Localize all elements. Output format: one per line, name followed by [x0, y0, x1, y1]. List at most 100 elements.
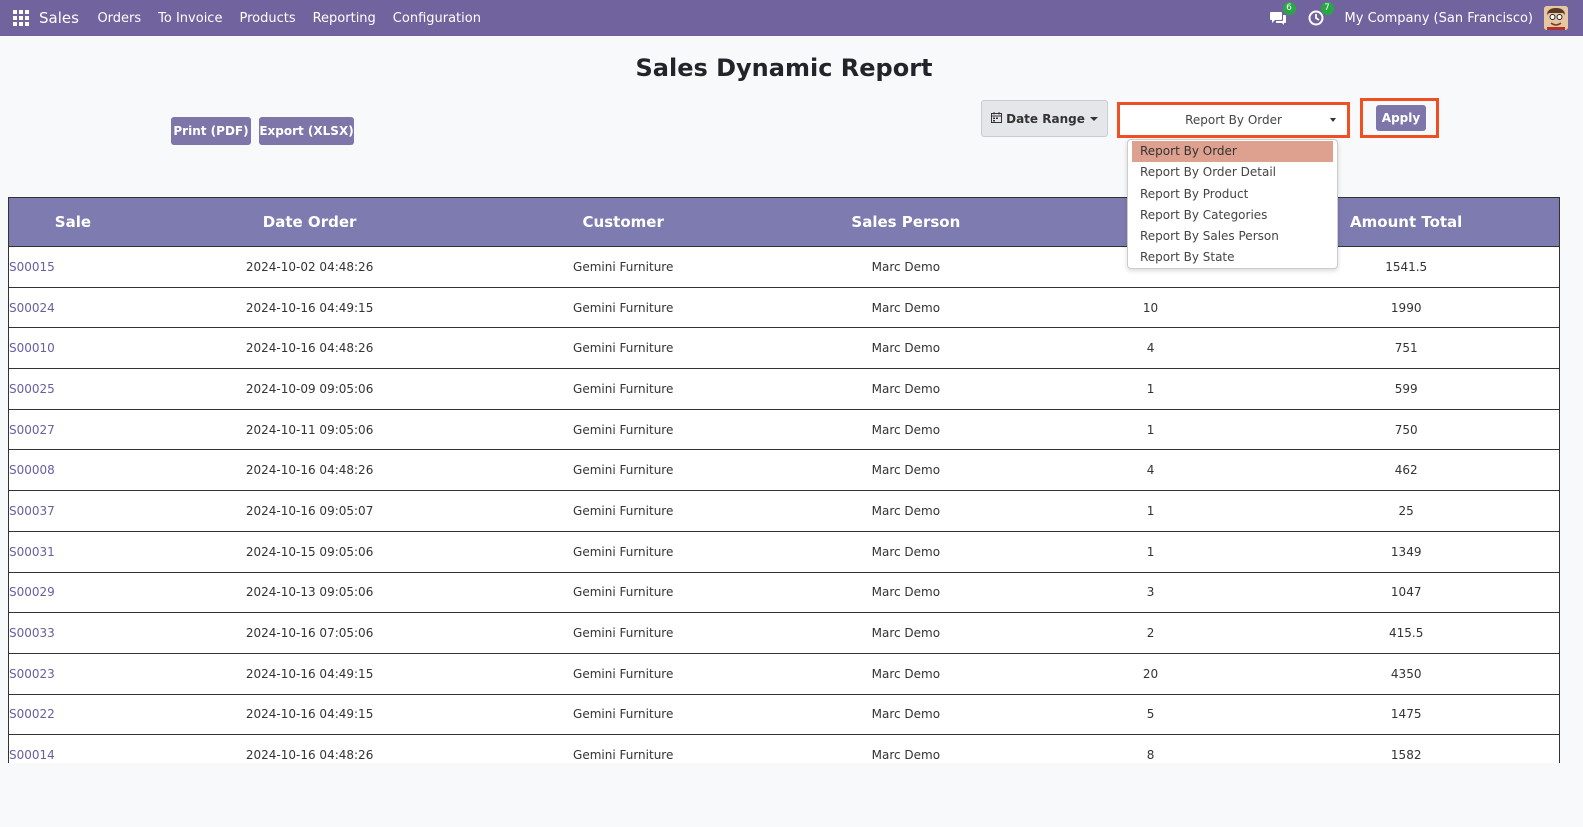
cell-total-qty: 8	[1146, 748, 1155, 763]
table-row[interactable]: S00023 2024-10-16 04:49:15 Gemini Furnitur…	[9, 653, 1559, 695]
table-row[interactable]: S00037 2024-10-16 09:05:07 Gemini Furnitur…	[9, 491, 1559, 532]
cell-sale[interactable]: S00027	[9, 410, 137, 450]
cell-sale[interactable]: S00037	[9, 491, 137, 531]
cell-sale[interactable]: S00029	[9, 573, 137, 613]
cell-total-qty: 4	[1146, 463, 1155, 478]
cell-sale[interactable]: S00024	[9, 288, 137, 328]
column-header-sales-person[interactable]: Sales Person	[764, 198, 1048, 246]
cell-sale[interactable]: S00023	[9, 654, 137, 694]
app-brand[interactable]: Sales	[39, 9, 79, 27]
cell-customer: Gemini Furniture	[573, 748, 674, 763]
table-row[interactable]: S00008 2024-10-16 04:48:26 Gemini Furnitur…	[9, 450, 1559, 492]
apply-highlight: Apply	[1360, 98, 1439, 138]
chat-icon[interactable]: 6	[1269, 2, 1296, 27]
calendar-icon	[991, 111, 1003, 126]
option-report-by-sales-person[interactable]: Report By Sales Person	[1132, 226, 1333, 247]
report-type-value: Report By Order	[1185, 113, 1282, 127]
cell-total-qty: 5	[1146, 707, 1155, 722]
export-xlsx-button[interactable]: Export (XLSX)	[259, 117, 354, 145]
table-row[interactable]: S00029 2024-10-13 09:05:06 Gemini Furnitur…	[9, 572, 1559, 614]
cell-sales-person: Marc Demo	[871, 463, 941, 478]
cell-sale[interactable]: S00031	[9, 532, 137, 572]
cell-sale[interactable]: S00008	[9, 450, 137, 490]
cell-total-qty: 3	[1146, 585, 1155, 600]
option-report-by-state[interactable]: Report By State	[1132, 247, 1333, 268]
cell-sales-person: Marc Demo	[871, 666, 941, 681]
cell-date-order: 2024-10-16 04:49:15	[245, 707, 374, 722]
date-range-label: Date Range	[1006, 111, 1085, 126]
option-report-by-product[interactable]: Report By Product	[1132, 184, 1333, 205]
company-switcher[interactable]: My Company (San Francisco)	[1345, 11, 1533, 26]
table-row[interactable]: S00010 2024-10-16 04:48:26 Gemini Furnitur…	[9, 328, 1559, 370]
cell-sales-person: Marc Demo	[871, 259, 941, 274]
table-row[interactable]: S00024 2024-10-16 04:49:15 Gemini Furnitur…	[9, 287, 1559, 329]
cell-sales-person: Marc Demo	[871, 503, 941, 518]
table-row[interactable]: S00031 2024-10-15 09:05:06 Gemini Furnitur…	[9, 531, 1559, 573]
menu-orders[interactable]: Orders	[97, 11, 141, 26]
cell-date-order: 2024-10-16 09:05:07	[245, 503, 374, 518]
date-range-dropdown[interactable]: Date Range	[981, 100, 1108, 137]
table-row[interactable]: S00033 2024-10-16 07:05:06 Gemini Furnitur…	[9, 613, 1559, 654]
cell-sales-person: Marc Demo	[871, 544, 941, 559]
cell-total-qty: 4	[1146, 341, 1155, 356]
cell-sales-person: Marc Demo	[871, 422, 941, 437]
cell-total-qty: 20	[1142, 666, 1159, 681]
report-table: Sale Date Order Customer Sales Person To…	[8, 197, 1560, 763]
option-report-by-order-detail[interactable]: Report By Order Detail	[1132, 162, 1333, 183]
menu-configuration[interactable]: Configuration	[393, 11, 481, 26]
cell-sales-person: Marc Demo	[871, 381, 941, 396]
messages-badge: 6	[1282, 2, 1296, 15]
option-report-by-order[interactable]: Report By Order	[1132, 141, 1333, 163]
clock-icon[interactable]: 7	[1307, 2, 1334, 27]
option-report-by-categories[interactable]: Report By Categories	[1132, 205, 1333, 226]
cell-total-qty: 10	[1142, 300, 1159, 315]
cell-sales-person: Marc Demo	[871, 626, 941, 641]
avatar[interactable]	[1544, 6, 1568, 30]
cell-amount-total: 751	[1394, 341, 1418, 356]
column-header-date-order[interactable]: Date Order	[137, 198, 483, 246]
table-row[interactable]: S00027 2024-10-11 09:05:06 Gemini Furnitur…	[9, 409, 1559, 451]
cell-date-order: 2024-10-16 04:49:15	[245, 666, 374, 681]
cell-date-order: 2024-10-16 04:48:26	[245, 341, 374, 356]
table-row[interactable]: S00014 2024-10-16 04:48:26 Gemini Furnitur…	[9, 735, 1559, 763]
cell-amount-total: 599	[1394, 381, 1418, 396]
column-header-sale[interactable]: Sale	[9, 198, 137, 246]
page-title: Sales Dynamic Report	[635, 54, 933, 82]
cell-date-order: 2024-10-15 09:05:06	[245, 544, 374, 559]
cell-total-qty: 1	[1146, 544, 1155, 559]
cell-customer: Gemini Furniture	[573, 503, 674, 518]
cell-amount-total: 1047	[1390, 585, 1422, 600]
cell-sales-person: Marc Demo	[871, 707, 941, 722]
cell-customer: Gemini Furniture	[573, 422, 674, 437]
menu-reporting[interactable]: Reporting	[313, 11, 376, 26]
activities-badge: 7	[1320, 2, 1334, 15]
apply-button[interactable]: Apply	[1376, 105, 1426, 131]
table-row[interactable]: S00025 2024-10-09 09:05:06 Gemini Furnitur…	[9, 369, 1559, 410]
table-row[interactable]: S00022 2024-10-16 04:49:15 Gemini Furnitur…	[9, 694, 1559, 736]
cell-sale[interactable]: S00033	[9, 613, 137, 653]
cell-amount-total: 25	[1398, 503, 1414, 518]
cell-total-qty: 1	[1146, 503, 1155, 518]
cell-amount-total: 750	[1394, 422, 1418, 437]
cell-customer: Gemini Furniture	[573, 666, 674, 681]
menu-to-invoice[interactable]: To Invoice	[158, 11, 222, 26]
cell-customer: Gemini Furniture	[573, 381, 674, 396]
cell-sale[interactable]: S00015	[9, 247, 137, 287]
cell-amount-total: 1475	[1390, 707, 1422, 722]
print-pdf-button[interactable]: Print (PDF)	[171, 117, 251, 145]
cell-sale[interactable]: S00014	[9, 735, 137, 763]
cell-date-order: 2024-10-16 04:48:26	[245, 748, 374, 763]
cell-sale[interactable]: S00010	[9, 328, 137, 368]
menu-products[interactable]: Products	[239, 11, 295, 26]
cell-customer: Gemini Furniture	[573, 259, 674, 274]
cell-customer: Gemini Furniture	[573, 463, 674, 478]
cell-date-order: 2024-10-13 09:05:06	[245, 585, 374, 600]
cell-customer: Gemini Furniture	[573, 707, 674, 722]
cell-sale[interactable]: S00022	[9, 695, 137, 735]
cell-sale[interactable]: S00025	[9, 369, 137, 409]
cell-date-order: 2024-10-16 07:05:06	[245, 626, 374, 641]
report-type-select[interactable]: Report By Order	[1117, 102, 1350, 138]
column-header-customer[interactable]: Customer	[482, 198, 764, 246]
apps-grid-icon[interactable]	[13, 10, 29, 26]
cell-total-qty: 2	[1146, 626, 1155, 641]
